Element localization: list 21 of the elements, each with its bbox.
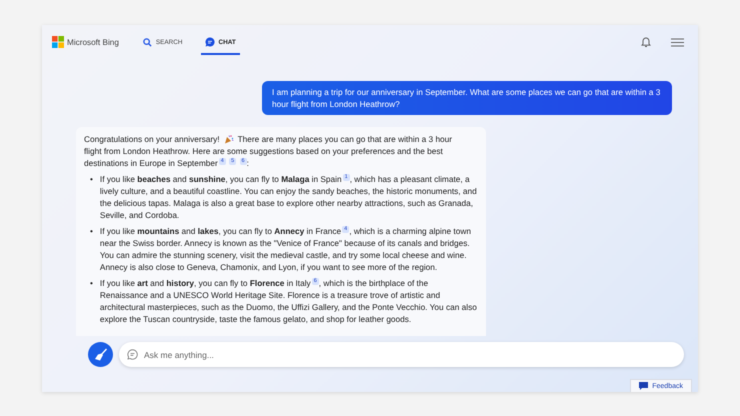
search-icon [142,38,152,46]
party-popper-icon [224,134,234,144]
broom-icon [94,348,108,362]
menu-icon[interactable] [671,38,684,46]
answer-intro: Congratulations on your anniversary! [84,133,220,145]
answer-intro: There are many places you can go that are within a 3 hour [238,133,452,145]
chat-input-field[interactable]: Ask me anything... [119,342,684,367]
notification-bell-icon[interactable] [641,36,651,48]
bullet-marker: • [90,225,93,238]
bullet-text: If you like beaches and sunshine, you can fly to Malaga in Spain$^{1}$, which has a pleasant climate, a lively culture, and a beautiful coastline. You can enjoy the sandy beaches, the historic monuments, and the delicious tapas. Malaga is also a great base to explore other nearby attractions, such as Granada, Seville, and Cordoba. [100,173,478,221]
feedback-icon [639,382,648,390]
chat-bubble-icon [127,349,138,360]
bullet-text: If you like mountains and lakes, you can fly to Annecy in France$^{4}$, which is a charming alpine town near the Swiss border. Annecy is known as the "Venice of France" because of its canals and bridges. You can admire the stunning scenery, visit the medieval castle, and try some local cheese and wine. Annecy is also close to Geneva, Chamonix, and Lyon, if you want to see more of the region. [100,225,472,273]
chat-icon [204,37,215,47]
bullet-text: If you like art and history, you can fly to Florence in Italy$^{6}$, which is the birthplace of the Renaissance and a UNESCO World Heritage Site. Florence is a treasure trove of artistic and architectural masterpieces, such as the Duomo, the Uffizi Gallery, and the Ponte Vecchio. You can also explore the Tuscan countryside, taste the famous gelato, and shop for leather goods. [100,277,478,325]
logo-icon [52,36,64,48]
user-message: I am planning a trip for our anniversary in September. What are some places we can go that are within a 3 hour flight from London Heathrow? [262,81,672,115]
brand-name: Microsoft Bing [67,38,119,46]
bullet-marker: • [90,277,93,290]
new-topic-button[interactable] [88,342,113,367]
bullet-marker: • [90,173,93,186]
